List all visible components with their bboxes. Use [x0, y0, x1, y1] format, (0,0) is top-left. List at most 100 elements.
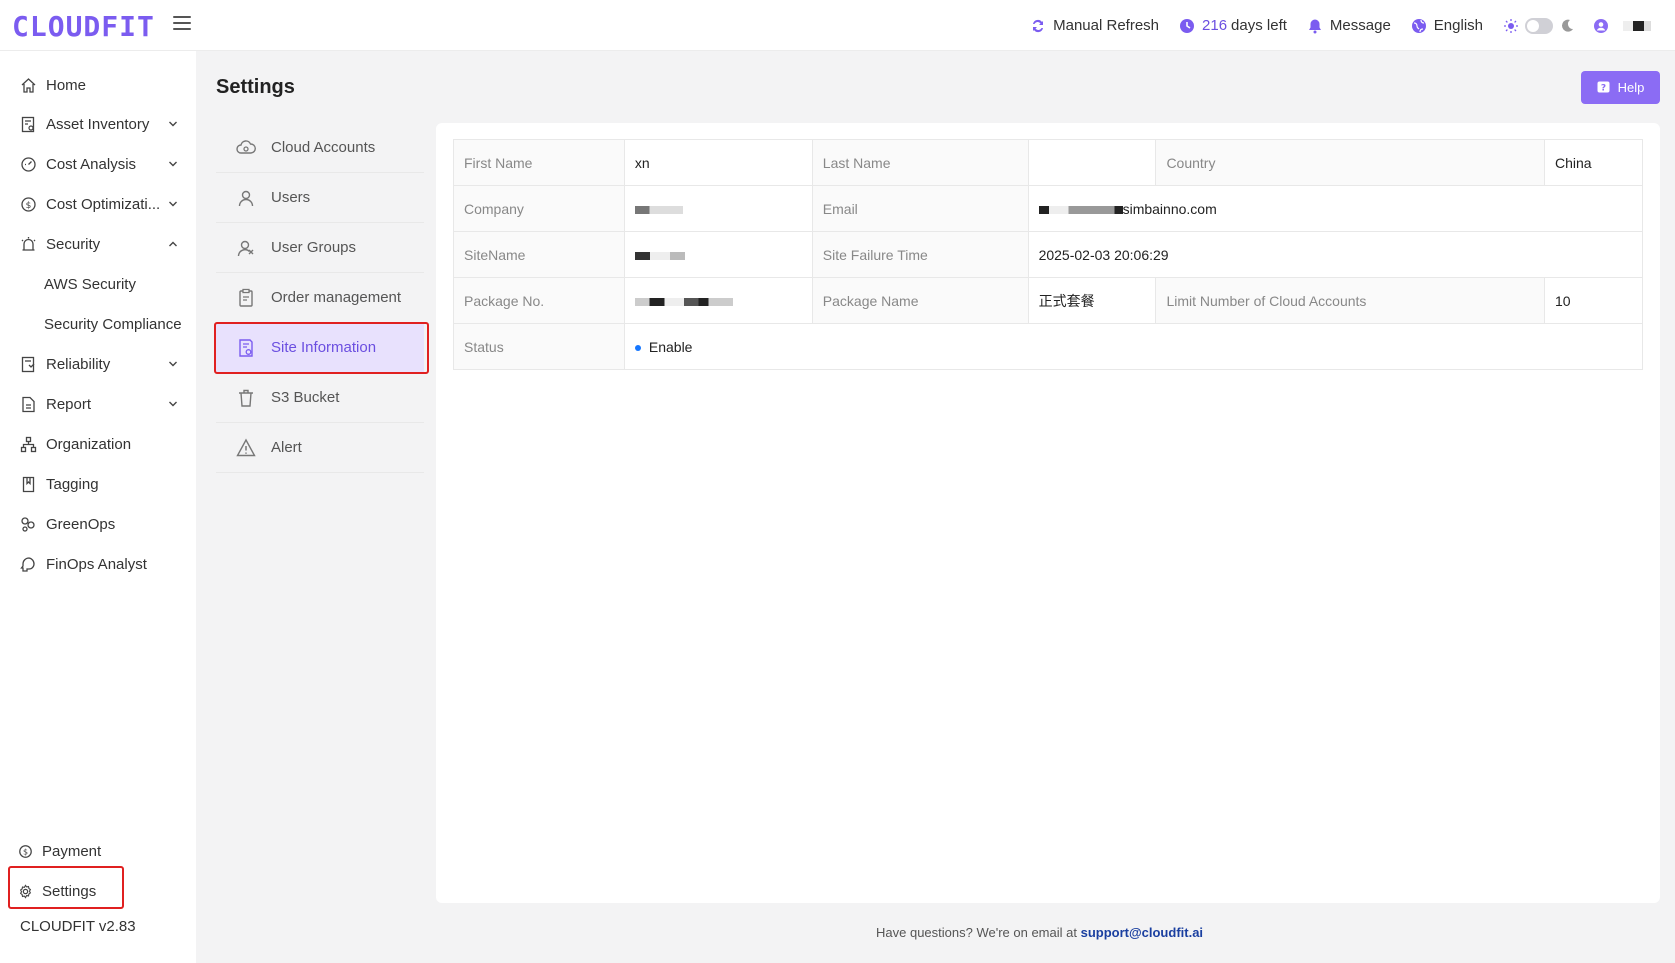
sun-icon: [1503, 18, 1519, 34]
gear-icon: [18, 883, 33, 899]
tab-s3-bucket[interactable]: S3 Bucket: [216, 373, 424, 423]
sidebar: Home Asset Inventory Cost Analysis $ Cos…: [0, 51, 196, 963]
theme-toggle[interactable]: [1525, 17, 1553, 34]
svg-text:?: ?: [1601, 84, 1606, 94]
settings-subnav: Cloud Accounts Users User Groups Order m…: [216, 123, 424, 473]
support-email-link[interactable]: support@cloudfit.ai: [1081, 925, 1203, 940]
tab-site-information[interactable]: Site Information: [216, 323, 424, 373]
tab-user-groups[interactable]: User Groups: [216, 223, 424, 273]
redacted-sitename: [634, 251, 685, 260]
table-row: Package No. Package Name 正式套餐 Limit Numb…: [453, 277, 1643, 324]
top-bar: CLOUDFIT Manual Refresh 216 days left Me…: [0, 0, 1675, 51]
user-icon: [236, 188, 256, 208]
tab-alert[interactable]: Alert: [216, 423, 424, 473]
email-value: simbainno.com: [1027, 185, 1644, 232]
site-failure-time-value: 2025-02-03 20:06:29: [1027, 231, 1644, 278]
dollar-circle-icon: $: [18, 844, 33, 859]
redacted-email: [1038, 205, 1123, 214]
sidebar-item-greenops[interactable]: GreenOps: [0, 506, 196, 542]
country-label: Country: [1155, 139, 1546, 186]
footer: Have questions? We're on email at suppor…: [876, 925, 1203, 940]
message-label: Message: [1329, 17, 1391, 34]
help-icon: ?: [1597, 81, 1610, 94]
company-value: [623, 185, 813, 232]
package-name-label: Package Name: [811, 277, 1029, 324]
redacted-username: [1623, 20, 1651, 31]
sidebar-item-security[interactable]: Security: [0, 226, 196, 262]
tab-users[interactable]: Users: [216, 173, 424, 223]
redacted-company: [634, 205, 683, 214]
subnav-item-label: User Groups: [271, 239, 357, 256]
top-actions: Manual Refresh 216 days left Message Eng…: [1030, 0, 1675, 51]
sidebar-item-label: Settings: [42, 882, 97, 900]
org-icon: [20, 436, 37, 453]
sidebar-item-report[interactable]: Report: [0, 386, 196, 422]
sidebar-item-label: Organization: [46, 435, 132, 453]
sidebar-item-label: FinOps Analyst: [46, 555, 147, 573]
bell-icon: [1307, 18, 1323, 34]
email-label: Email: [811, 185, 1029, 232]
redacted-package-no: [634, 297, 733, 306]
sidebar-item-settings[interactable]: Settings: [0, 873, 196, 909]
days-left-number: 216: [1202, 17, 1228, 34]
sidebar-item-security-compliance[interactable]: Security Compliance: [0, 306, 196, 342]
sidebar-item-finops-analyst[interactable]: FinOps Analyst: [0, 546, 196, 582]
status-value: Enable: [623, 323, 1644, 370]
language-selector[interactable]: English: [1411, 17, 1483, 34]
page-title: Settings: [216, 76, 295, 98]
sitename-value: [623, 231, 813, 278]
svg-text:$: $: [26, 201, 32, 211]
message-button[interactable]: Message: [1307, 17, 1391, 34]
table-row: SiteName Site Failure Time 2025-02-03 20…: [453, 231, 1644, 278]
globe-icon: [1411, 18, 1427, 34]
sidebar-item-asset-inventory[interactable]: Asset Inventory: [0, 106, 196, 142]
days-left-label: days left: [1231, 17, 1287, 34]
report-icon: [20, 396, 37, 413]
sidebar-item-label: Payment: [42, 842, 102, 860]
bookmark-icon: [20, 476, 37, 493]
cloud-icon: [236, 138, 256, 158]
sidebar-item-organization[interactable]: Organization: [0, 426, 196, 462]
user-group-icon: [236, 238, 256, 258]
chevron-down-icon: [169, 121, 177, 127]
chevron-down-icon: [169, 401, 177, 407]
site-information-table: First Name xn Last Name Country China Co…: [453, 139, 1644, 370]
clock-icon: [1179, 18, 1195, 34]
chevron-down-icon: [169, 161, 177, 167]
company-label: Company: [453, 185, 625, 232]
sidebar-item-label: Home: [46, 76, 87, 94]
sidebar-item-reliability[interactable]: Reliability: [0, 346, 196, 382]
menu-toggle-icon[interactable]: [173, 16, 191, 32]
help-label: Help: [1617, 80, 1645, 95]
help-button[interactable]: ? Help: [1581, 71, 1660, 104]
sidebar-item-label: Report: [46, 395, 92, 413]
status-dot: [634, 344, 641, 351]
site-failure-time-label: Site Failure Time: [811, 231, 1029, 278]
days-left-indicator[interactable]: 216 days left: [1179, 17, 1287, 34]
table-row: First Name xn Last Name Country China: [453, 139, 1643, 186]
subnav-item-label: Users: [271, 189, 311, 206]
cost-analysis-icon: [20, 156, 37, 173]
alarm-icon: [20, 236, 37, 253]
logo[interactable]: CLOUDFIT: [12, 10, 155, 43]
sidebar-item-tagging[interactable]: Tagging: [0, 466, 196, 502]
tab-cloud-accounts[interactable]: Cloud Accounts: [216, 123, 424, 173]
manual-refresh-button[interactable]: Manual Refresh: [1030, 17, 1159, 34]
sidebar-item-aws-security[interactable]: AWS Security: [0, 266, 196, 302]
package-no-value: [623, 277, 813, 324]
sidebar-item-home[interactable]: Home: [0, 67, 196, 103]
inventory-icon: [20, 116, 37, 133]
status-label: Status: [453, 323, 625, 370]
table-row: Company Email simbainno.com: [453, 185, 1644, 232]
sidebar-item-cost-analysis[interactable]: Cost Analysis: [0, 146, 196, 182]
brain-icon: [20, 556, 37, 573]
moon-icon: [1559, 18, 1575, 34]
sidebar-item-payment[interactable]: $ Payment: [0, 833, 196, 869]
tab-order-management[interactable]: Order management: [216, 273, 424, 323]
subnav-item-label: Order management: [271, 289, 402, 306]
clipboard-icon: [236, 288, 256, 308]
sidebar-item-label: Cost Optimizati...: [46, 195, 161, 213]
last-name-value: [1027, 139, 1157, 186]
sidebar-item-cost-optimization[interactable]: $ Cost Optimizati...: [0, 186, 196, 222]
user-menu[interactable]: [1593, 18, 1651, 34]
